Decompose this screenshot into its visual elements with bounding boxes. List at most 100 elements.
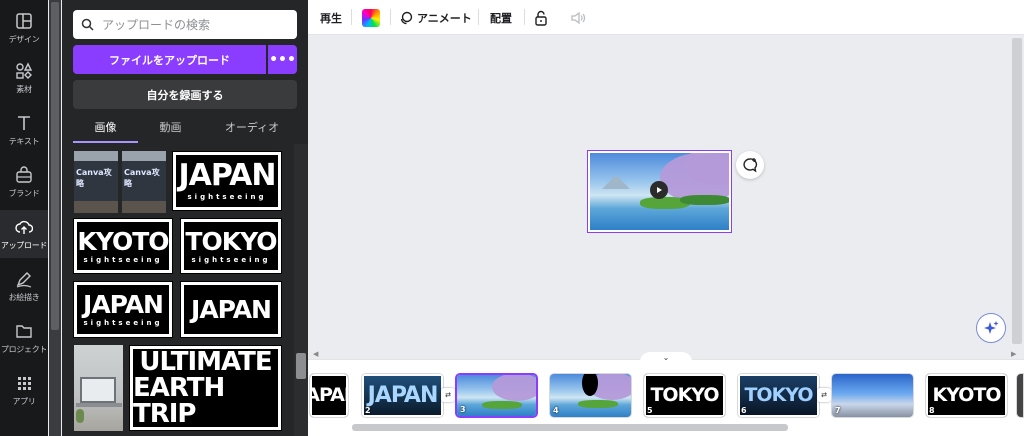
transition-icon: ⇄	[821, 391, 827, 399]
play-video-button[interactable]	[650, 181, 668, 199]
rail-item-draw[interactable]: お絵描き	[0, 262, 48, 310]
image-thumb-laptop-photo[interactable]	[74, 345, 123, 431]
top-toolbar: 再生 アニメート 配置	[308, 0, 1024, 35]
plant	[76, 409, 84, 423]
search-box[interactable]	[73, 10, 297, 39]
page-thumbnail: JAPAN	[362, 374, 443, 417]
upload-file-button[interactable]: ファイルをアップロード	[73, 45, 266, 74]
panel-scrollbar[interactable]	[294, 144, 308, 436]
image-thumb-japan-3[interactable]: JAPAN	[180, 281, 282, 338]
rail-scroll-thumb[interactable]	[51, 2, 59, 330]
rail-item-projects[interactable]: プロジェクト	[0, 314, 48, 362]
logo-subtext: sightseeing	[83, 255, 163, 264]
play-button[interactable]: 再生	[320, 0, 342, 35]
rail-label: アプリ	[12, 396, 36, 406]
rail-item-design[interactable]: デザイン	[0, 4, 48, 52]
animate-button[interactable]: アニメート	[399, 0, 472, 35]
search-input[interactable]	[102, 17, 282, 32]
image-thumb-canva-1[interactable]: Canva攻略	[74, 151, 118, 213]
animate-label: アニメート	[417, 11, 472, 25]
logo-text: JAPAN	[178, 158, 277, 193]
thumb-title: Canva攻略	[124, 168, 160, 188]
page-thumbnail	[832, 374, 913, 417]
add-comment-button[interactable]	[736, 151, 764, 179]
thumb-title: Canva攻略	[76, 168, 112, 188]
rail-label: プロジェクト	[0, 344, 48, 354]
tab-audio[interactable]: オーディオ	[212, 118, 292, 144]
image-thumb-japan-1[interactable]: JAPAN sightseeing	[172, 151, 282, 211]
rail-item-brand[interactable]: ブランド	[0, 158, 48, 206]
logo-subtext: sightseeing	[83, 319, 163, 327]
rail-item-text[interactable]: テキスト	[0, 106, 48, 154]
record-yourself-button[interactable]: 自分を録画する	[73, 80, 297, 109]
timeline-page-8[interactable]: KYOTO 8	[925, 373, 1008, 418]
image-thumb-tokyo[interactable]: TOKYO sightseeing	[180, 218, 282, 274]
layout-icon	[16, 12, 32, 29]
editor-app: デザイン 素材 テキスト ブランド アップロード お絵描き プロジェクト アプリ…	[0, 0, 1024, 436]
page-number: 8	[929, 406, 935, 415]
scroll-left-arrow-icon[interactable]: ◀	[313, 350, 318, 358]
volume-button[interactable]	[570, 0, 586, 35]
magic-assistant-button[interactable]	[976, 313, 1006, 343]
timeline-toggle-button[interactable]: ⌄	[640, 352, 692, 364]
timeline-page-9-partial[interactable]	[1016, 373, 1024, 418]
timeline-page-7[interactable]: 7	[831, 373, 914, 418]
logo-text: JAPAN	[83, 290, 164, 319]
timeline-page-2[interactable]: JAPAN 2	[361, 373, 444, 418]
transition-button[interactable]: ⇄	[817, 388, 831, 402]
page-thumbnail: TOKYO	[738, 374, 819, 417]
image-thumb-kyoto[interactable]: KYOTO sightseeing	[73, 218, 173, 274]
rail-item-uploads[interactable]: アップロード	[0, 210, 48, 258]
logo-subtext: sightseeing	[187, 193, 267, 201]
tab-videos[interactable]: 動画	[138, 118, 203, 144]
cloud-upload-icon	[15, 220, 33, 234]
page-number: 7	[835, 406, 841, 415]
page-thumb-text: TOKYO	[744, 384, 813, 406]
rail-label: ブランド	[8, 188, 40, 198]
cherry-blossom	[492, 375, 536, 401]
timeline-scroll-thumb[interactable]	[352, 424, 788, 431]
rail-label: テキスト	[8, 136, 40, 146]
thumb-header	[74, 151, 118, 161]
panel-scroll-thumb[interactable]	[296, 353, 306, 379]
canvas-vertical-scroll-thumb[interactable]	[1012, 38, 1022, 344]
color-button[interactable]	[362, 0, 380, 35]
transition-button[interactable]: ⇄	[441, 388, 455, 402]
search-icon	[81, 18, 94, 31]
lock-open-icon	[535, 10, 547, 26]
logo-line-2: EARTH TRIP	[133, 373, 225, 429]
sparkle-icon	[984, 321, 999, 334]
page-number: 3	[460, 405, 466, 414]
rail-item-apps[interactable]: アプリ	[0, 366, 48, 414]
folder-icon	[16, 324, 32, 338]
lock-button[interactable]	[534, 0, 548, 35]
page-thumb-text: TOKYO	[650, 384, 719, 406]
timeline-page-3[interactable]: 3	[455, 373, 538, 418]
arrange-button[interactable]: 配置	[490, 0, 512, 35]
logo-text: TOKYO	[185, 226, 277, 256]
side-rail: デザイン 素材 テキスト ブランド アップロード お絵描き プロジェクト アプリ	[0, 0, 48, 436]
rail-item-elements[interactable]: 素材	[0, 54, 48, 102]
thumb-header	[122, 151, 166, 161]
logo-text: KYOTO	[77, 226, 169, 256]
thumb-footer	[122, 201, 166, 213]
toolbar-divider	[524, 9, 525, 25]
upload-more-button[interactable]: •••	[268, 45, 297, 74]
scroll-right-arrow-icon[interactable]: ▶	[1011, 350, 1016, 358]
text-icon	[18, 115, 30, 130]
color-palette-icon	[362, 8, 380, 27]
mountain	[602, 175, 630, 189]
page-thumbnail	[457, 375, 536, 416]
timeline-page-1[interactable]: JAPAN	[309, 373, 349, 418]
timeline-page-4[interactable]: 4	[549, 373, 632, 418]
timeline-page-5[interactable]: TOKYO 5	[643, 373, 726, 418]
speaker-icon	[571, 11, 586, 24]
image-thumb-ultimate-earth-trip[interactable]: ULTIMATE EARTH TRIP	[129, 345, 282, 431]
grass	[482, 401, 522, 409]
timeline-page-6[interactable]: TOKYO 6	[737, 373, 820, 418]
image-thumb-japan-2[interactable]: JAPAN sightseeing	[73, 281, 173, 338]
logo-text: JAPAN	[191, 295, 272, 324]
logo-subtext: sightseeing	[191, 255, 271, 264]
draw-icon	[16, 271, 32, 288]
image-thumb-canva-2[interactable]: Canva攻略	[122, 151, 166, 213]
